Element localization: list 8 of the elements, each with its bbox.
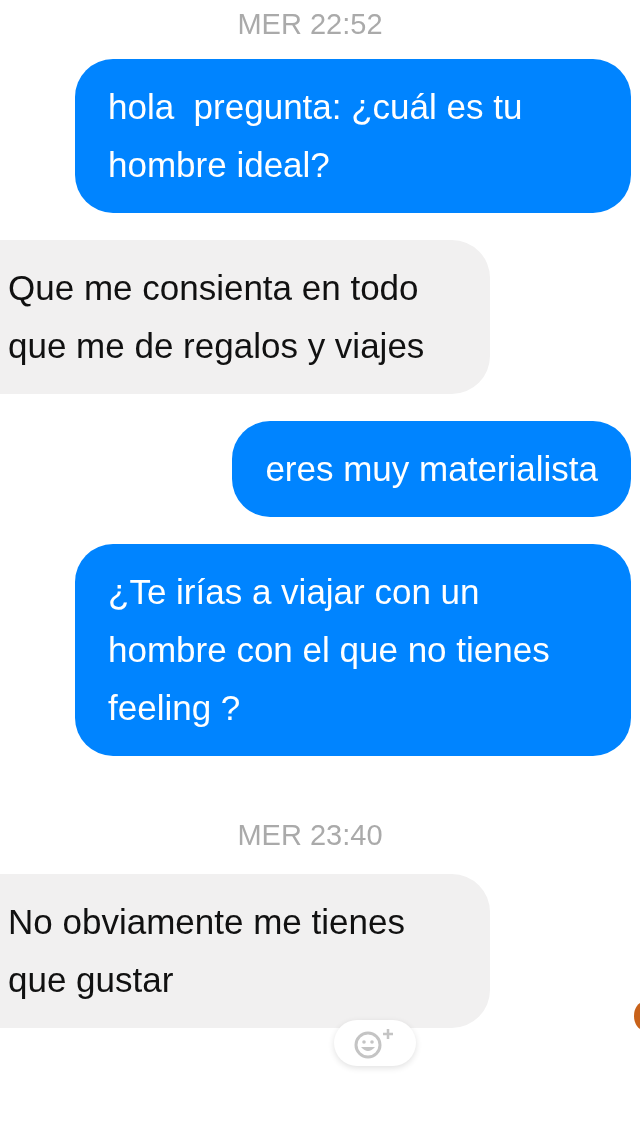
sent-message-bubble: eres muy materialista bbox=[232, 421, 631, 517]
timestamp: MER 23:40 bbox=[237, 819, 384, 852]
sent-message-bubble: ¿Te irías a viajar con un hombre con el que no tienes feeling ? bbox=[75, 544, 631, 756]
timestamp: MER 22:52 bbox=[237, 8, 384, 41]
received-message-bubble: No obviamente me tienes que gustar bbox=[0, 874, 490, 1028]
add-reaction-button[interactable] bbox=[334, 1020, 416, 1066]
sent-message-bubble: hola pregunta: ¿cuál es tu hombre ideal? bbox=[75, 59, 631, 213]
received-message-bubble: Que me consienta en todo que me de regalos y viajes bbox=[0, 240, 490, 394]
